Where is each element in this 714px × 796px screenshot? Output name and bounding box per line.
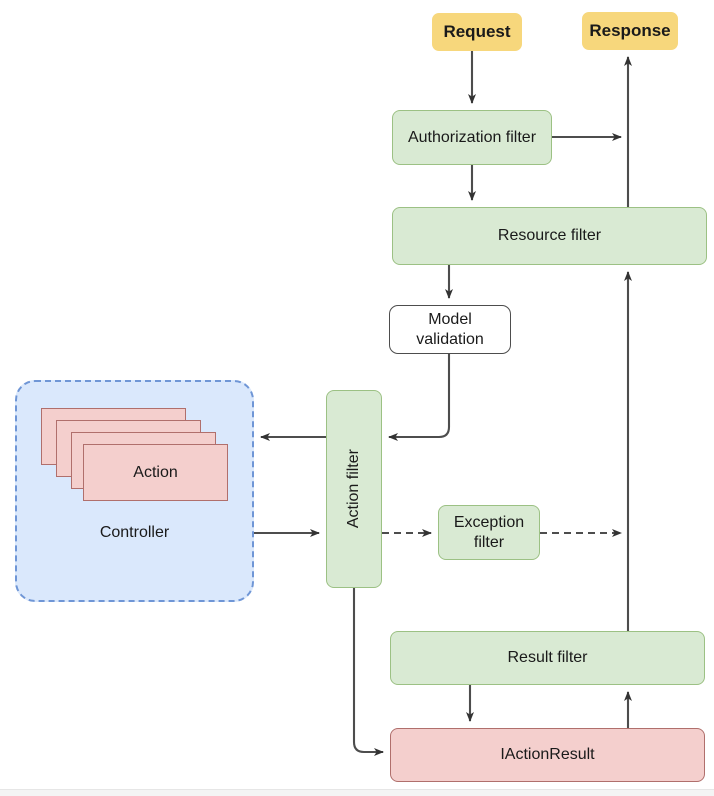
node-action-result-label: IActionResult (500, 746, 595, 764)
node-action-filter[interactable]: Action filter (326, 390, 382, 588)
node-result-filter-label: Result filter (507, 649, 588, 667)
edge-action-filter-to-action-result (352, 588, 384, 756)
edge-model-validation-to-action-filter (388, 354, 451, 441)
node-action-card-front[interactable]: Action (83, 444, 228, 501)
node-response-label: Response (589, 20, 671, 40)
node-request[interactable]: Request (432, 13, 522, 51)
node-resource-filter[interactable]: Resource filter (392, 207, 707, 265)
page-bottom-edge (0, 789, 714, 796)
node-model-validation-label-line1: Model (428, 311, 472, 329)
node-model-validation-label-line2: validation (416, 330, 484, 348)
node-action-filter-label: Action filter (345, 449, 363, 529)
node-exception-filter-label-line1: Exception (453, 514, 525, 532)
node-model-validation[interactable]: Model validation (389, 305, 511, 354)
node-action-label: Action (133, 463, 178, 481)
node-resource-filter-label: Resource filter (497, 227, 602, 245)
node-controller-label: Controller (99, 524, 170, 541)
node-result-filter[interactable]: Result filter (390, 631, 705, 685)
node-response[interactable]: Response (582, 12, 678, 50)
node-authorization-filter[interactable]: Authorization filter (392, 110, 552, 165)
diagram-canvas: Request Response Authorization filter Re… (0, 0, 714, 796)
node-exception-filter[interactable]: Exception filter (438, 505, 540, 560)
node-request-label: Request (443, 21, 511, 41)
node-authorization-filter-label: Authorization filter (407, 128, 537, 146)
node-exception-filter-label-line2: filter (473, 533, 505, 551)
node-action-result[interactable]: IActionResult (390, 728, 705, 782)
